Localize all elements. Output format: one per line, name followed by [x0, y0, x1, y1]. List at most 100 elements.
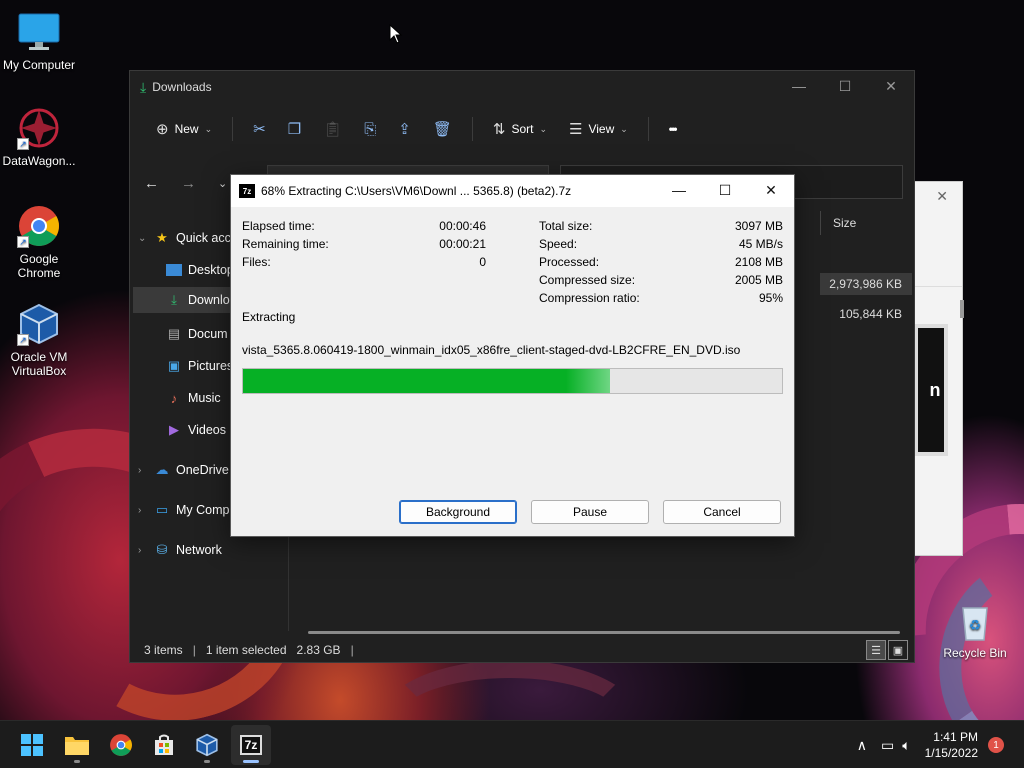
extract-progress-dialog[interactable]: 7z 68% Extracting C:\Users\VM6\Downl ...…: [230, 174, 795, 537]
minimize-icon[interactable]: —: [776, 71, 822, 101]
scissors-icon: ✂: [253, 121, 266, 138]
separator: [471, 117, 473, 141]
maximize-icon[interactable]: ☐: [702, 175, 748, 205]
sidebar-item-music[interactable]: ♪ Music: [166, 385, 221, 411]
volume-icon[interactable]: 🔈︎: [902, 737, 910, 754]
shortcut-arrow-icon: ↗: [17, 236, 29, 248]
store-icon: [155, 734, 173, 755]
cancel-button[interactable]: Cancel: [663, 500, 781, 524]
svg-text:♻: ♻: [969, 618, 982, 634]
chevron-right-icon[interactable]: ›: [138, 465, 148, 476]
stat-value: 0: [479, 255, 486, 269]
taskbar: 7z ∧ ▭ 🔈︎ 1:41 PM 1/15/2022 1: [0, 720, 1024, 768]
desktop-icon-chrome[interactable]: ↗ Google Chrome: [1, 204, 77, 280]
view-list-icon: ☰: [569, 121, 583, 138]
stat-label: Elapsed time:: [242, 219, 315, 233]
taskbar-virtualbox[interactable]: [187, 725, 227, 765]
delete-button[interactable]: 🗑︎: [425, 114, 460, 144]
desktop-icon-virtualbox[interactable]: ↗ Oracle VM VirtualBox: [1, 302, 77, 378]
rename-button[interactable]: ⎘: [356, 115, 384, 144]
more-options-button[interactable]: •••: [661, 116, 684, 142]
taskbar-file-explorer[interactable]: [57, 725, 97, 765]
chevron-right-icon[interactable]: ›: [138, 545, 148, 556]
running-indicator: [204, 760, 210, 763]
minimize-icon[interactable]: —: [656, 175, 702, 205]
clock[interactable]: 1:41 PM 1/15/2022: [925, 729, 978, 761]
desktop-icon-recycle-bin[interactable]: ♻ Recycle Bin: [937, 598, 1013, 660]
chevron-down-icon: ⌄: [204, 123, 213, 134]
background-button[interactable]: Background: [399, 500, 517, 524]
close-icon[interactable]: ✕: [868, 71, 914, 101]
desktop-icon-my-computer[interactable]: My Computer: [1, 10, 77, 72]
stat-label: Compression ratio:: [539, 291, 640, 305]
forward-arrow-icon[interactable]: →: [181, 175, 196, 192]
download-icon: ⤓: [140, 78, 147, 95]
network-icon: ⛁: [156, 542, 168, 557]
sidebar-item-label: OneDrive: [176, 463, 229, 477]
stat-value: 00:00:21: [439, 237, 486, 251]
taskbar-chrome[interactable]: [101, 725, 141, 765]
system-tray: ∧ ▭ 🔈︎ 1:41 PM 1/15/2022 1: [857, 721, 1024, 768]
clock-time: 1:41 PM: [933, 730, 978, 744]
chevron-down-icon[interactable]: ⌄: [138, 233, 148, 244]
copy-button[interactable]: ❐: [280, 114, 309, 144]
dialog-titlebar[interactable]: 7z 68% Extracting C:\Users\VM6\Downl ...…: [231, 175, 794, 207]
stat-value: 3097 MB: [734, 219, 783, 233]
documents-icon: ▤: [167, 326, 181, 341]
item-count: 3 items: [144, 643, 183, 657]
start-button[interactable]: [12, 725, 52, 765]
sidebar-item-my-computer[interactable]: › ▭ My Comp: [138, 497, 229, 523]
scrollbar[interactable]: [960, 300, 964, 318]
total-size-row: Total size: 3097 MB: [539, 218, 783, 234]
chevron-up-icon[interactable]: ∧: [857, 737, 867, 754]
progress-bar: [242, 368, 783, 394]
sidebar-item-label: Quick acc: [176, 231, 231, 245]
taskbar-7zip[interactable]: 7z: [231, 725, 271, 765]
file-row-size[interactable]: 2,973,986 KB: [820, 273, 912, 295]
mouse-cursor-icon: [389, 24, 403, 44]
horizontal-scrollbar[interactable]: [308, 631, 900, 634]
files-row: Files: 0: [242, 254, 486, 270]
folder-icon: [65, 737, 89, 755]
selection-count: 1 item selected: [205, 643, 287, 657]
notification-badge[interactable]: 1: [988, 737, 1004, 753]
column-label: Size: [833, 216, 857, 230]
recent-chevron-icon[interactable]: ⌄: [218, 177, 227, 190]
sidebar-item-quick-access[interactable]: ⌄ ★ Quick acc: [138, 225, 231, 251]
share-button[interactable]: ⇪: [390, 114, 419, 144]
cut-button[interactable]: ✂: [245, 114, 274, 144]
paste-button[interactable]: 📋︎: [315, 114, 350, 144]
sidebar-item-desktop[interactable]: Desktop: [166, 257, 234, 283]
tiles-view-icon[interactable]: ▣: [888, 640, 908, 660]
stat-value: 2108 MB: [734, 255, 783, 269]
details-view-icon[interactable]: ☰: [866, 640, 886, 660]
desktop-icon-datawagon[interactable]: ↗ DataWagon...: [1, 106, 77, 168]
more-icon: •••: [668, 122, 677, 136]
taskbar-store[interactable]: [144, 725, 184, 765]
windows-start-icon: [21, 734, 43, 756]
back-arrow-icon[interactable]: ←: [144, 175, 159, 192]
clock-date: 1/15/2022: [924, 746, 978, 760]
file-row-size[interactable]: 105,844 KB: [820, 303, 902, 325]
sort-button[interactable]: ⇅ Sort ⌄: [485, 114, 555, 144]
star-icon: ★: [156, 230, 168, 245]
sidebar-item-documents[interactable]: ▤ Docum: [166, 321, 228, 347]
stat-label: Speed:: [539, 237, 578, 251]
sidebar-item-pictures[interactable]: ▣ Pictures: [166, 353, 233, 379]
close-icon[interactable]: ✕: [748, 175, 794, 205]
window-title: Downloads: [152, 80, 212, 94]
explorer-titlebar[interactable]: ⤓ Downloads — ☐ ✕: [130, 71, 914, 103]
column-header-size[interactable]: Size: [820, 211, 912, 235]
chevron-right-icon[interactable]: ›: [138, 505, 148, 516]
view-button[interactable]: ☰ View ⌄: [561, 114, 636, 144]
separator: [232, 117, 234, 141]
close-icon[interactable]: ✕: [936, 188, 948, 205]
recycle-bin-icon: ♻: [953, 598, 997, 642]
sidebar-item-videos[interactable]: ▶ Videos: [166, 417, 226, 443]
sidebar-item-onedrive[interactable]: › ☁ OneDrive: [138, 457, 229, 483]
maximize-icon[interactable]: ☐: [822, 71, 868, 101]
sidebar-item-network[interactable]: › ⛁ Network: [138, 537, 222, 563]
new-button[interactable]: ⊕ New ⌄: [148, 114, 220, 144]
network-status-icon[interactable]: ▭: [881, 737, 894, 754]
pause-button[interactable]: Pause: [531, 500, 649, 524]
